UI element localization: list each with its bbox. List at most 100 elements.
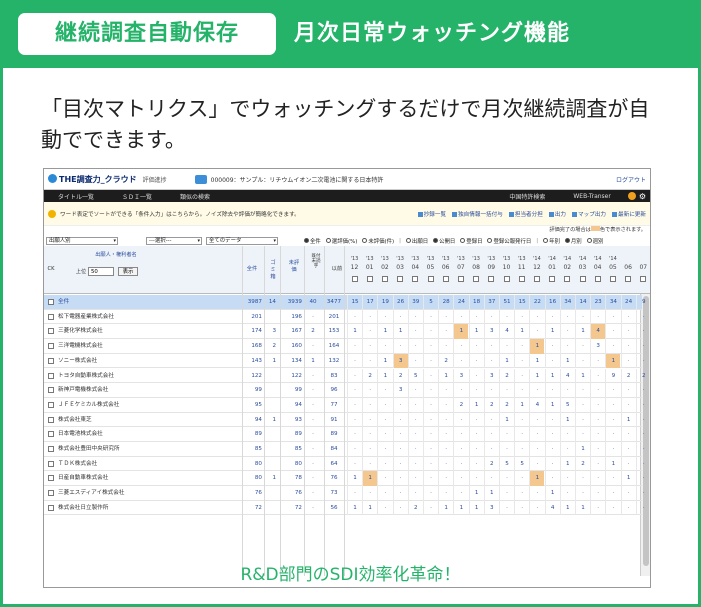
month-cell[interactable]: · — [620, 456, 636, 472]
cell-before[interactable]: 84 — [324, 442, 344, 457]
month-cell[interactable]: 1 — [453, 324, 469, 340]
month-cell[interactable]: 1 — [377, 368, 392, 384]
month-cell[interactable]: · — [347, 412, 362, 428]
cell-total[interactable]: 174 — [244, 324, 262, 339]
month-cell[interactable]: · — [529, 427, 544, 442]
cell-total[interactable]: 80 — [244, 471, 262, 486]
month-cell[interactable]: · — [559, 471, 575, 487]
row-checkbox[interactable] — [48, 313, 54, 320]
month-cell[interactable]: · — [423, 353, 438, 369]
month-cell[interactable]: 14 — [575, 295, 590, 310]
month-cell[interactable]: · — [635, 397, 650, 413]
month-cell[interactable]: · — [559, 486, 575, 501]
month-cell[interactable]: 3 — [483, 324, 499, 340]
month-cell[interactable]: · — [362, 486, 377, 501]
month-cell[interactable]: · — [605, 500, 620, 516]
applicant-name[interactable]: ＪＦＥケミカル株式会社 — [58, 398, 119, 413]
category-select[interactable]: ---選択--- — [146, 236, 202, 245]
tool-assignee[interactable]: 担当者分担 — [508, 210, 543, 218]
month-cell[interactable]: · — [423, 471, 438, 487]
radio-rated[interactable] — [325, 238, 331, 243]
cell-before[interactable]: 73 — [324, 486, 344, 501]
month-cell[interactable]: · — [468, 309, 484, 325]
month-cell[interactable]: · — [635, 442, 650, 457]
month-cell[interactable]: · — [514, 427, 529, 442]
table-row[interactable]: 松下電器産業株式会社 201 196 · 201 · · · · · · · · · · · · · · · · · · · · — [44, 309, 645, 325]
row-checkbox[interactable] — [48, 357, 54, 364]
month-checkbox[interactable] — [488, 276, 495, 282]
month-cell[interactable]: · — [499, 500, 514, 516]
month-cell[interactable]: · — [362, 353, 377, 369]
table-row[interactable]: 三洋電機株式会社 168 2 160 · 164 · · · · · · · · · · · · 1 · · · 3 · · · — [44, 339, 645, 354]
month-cell[interactable]: 24 — [453, 295, 468, 310]
month-cell[interactable]: 4 — [544, 500, 560, 516]
cell-total[interactable]: 201 — [244, 310, 262, 325]
month-cell[interactable]: · — [575, 353, 590, 369]
month-cell[interactable]: · — [514, 309, 529, 325]
month-cell[interactable]: · — [635, 339, 650, 354]
table-row[interactable]: 新神戸電機株式会社 99 99 · 96 · · · 3 · · · · · · · · · · · · · · · · — [44, 383, 645, 398]
month-cell[interactable]: 1 — [529, 471, 545, 487]
month-checkbox[interactable] — [473, 276, 480, 282]
month-checkbox[interactable] — [427, 276, 434, 282]
month-cell[interactable]: · — [514, 339, 529, 354]
cell-unrated[interactable]: 93 — [280, 413, 302, 428]
month-cell[interactable]: 2 — [438, 353, 453, 369]
month-cell[interactable]: 51 — [499, 295, 514, 310]
month-cell[interactable]: 1 — [605, 456, 620, 472]
cell-unrated[interactable]: 134 — [280, 354, 302, 369]
month-cell[interactable]: · — [468, 353, 484, 369]
cell-unrated[interactable]: 85 — [280, 442, 302, 457]
month-cell[interactable]: · — [438, 471, 453, 487]
month-cell[interactable]: · — [635, 383, 650, 398]
col-noise-header[interactable]: ゴミ箱 — [269, 260, 277, 281]
month-cell[interactable]: · — [438, 442, 453, 457]
month-cell[interactable]: · — [575, 339, 590, 354]
month-header[interactable]: 04 — [590, 264, 605, 271]
month-cell[interactable]: · — [605, 339, 620, 354]
month-cell[interactable]: 1 — [514, 397, 529, 413]
month-header[interactable]: 11 — [514, 264, 529, 271]
month-cell[interactable]: · — [453, 412, 468, 428]
month-cell[interactable]: · — [605, 442, 620, 457]
month-cell[interactable]: 1 — [499, 353, 514, 369]
nav-similar-search[interactable]: 類似の検索 — [166, 192, 224, 201]
month-cell[interactable]: · — [438, 324, 453, 340]
month-cell[interactable]: · — [438, 309, 453, 325]
month-cell[interactable]: 5 — [559, 397, 575, 413]
month-cell[interactable]: · — [377, 486, 392, 501]
month-cell[interactable]: · — [392, 442, 408, 457]
month-checkbox[interactable] — [533, 276, 540, 282]
table-row[interactable]: ソニー株式会社 143 1 134 1 132 · · 1 3 · · 2 · · · 1 · 1 · 1 · · 1 · · — [44, 353, 645, 369]
month-cell[interactable]: · — [529, 442, 544, 457]
month-cell[interactable]: · — [438, 412, 453, 428]
month-cell[interactable]: 3 — [590, 339, 605, 354]
cell-unread[interactable]: · — [306, 471, 320, 486]
month-cell[interactable]: 1 — [559, 456, 575, 472]
month-cell[interactable]: · — [453, 486, 468, 501]
month-header[interactable]: 12 — [529, 264, 544, 271]
radio-registration-date[interactable] — [460, 238, 466, 243]
applicant-name[interactable]: 日産自動車株式会社 — [58, 471, 108, 486]
cell-noise[interactable]: 1 — [264, 413, 276, 428]
applicant-name[interactable]: 株式会社日立製作所 — [58, 501, 108, 516]
month-cell[interactable]: · — [377, 471, 392, 487]
month-cell[interactable]: 1 — [529, 368, 544, 384]
cell-unread[interactable]: · — [306, 457, 320, 472]
month-cell[interactable]: 1 — [453, 500, 468, 516]
month-cell[interactable]: 1 — [544, 486, 560, 501]
month-cell[interactable]: · — [529, 309, 544, 325]
cell-unread[interactable]: · — [306, 486, 320, 501]
cell-unread[interactable]: · — [306, 383, 320, 398]
nav-title-list[interactable]: タイトル一覧 — [44, 192, 108, 201]
month-cell[interactable]: · — [407, 353, 423, 369]
month-checkbox[interactable] — [609, 276, 616, 282]
col-unrated-header[interactable]: 未評価 — [287, 260, 301, 274]
month-cell[interactable]: 1 — [347, 324, 362, 340]
month-checkbox[interactable] — [351, 276, 358, 282]
month-cell[interactable]: 26 — [392, 295, 408, 310]
cell-unread[interactable]: · — [306, 442, 320, 457]
month-cell[interactable]: · — [575, 471, 590, 487]
month-cell[interactable]: · — [377, 309, 392, 325]
month-cell[interactable]: · — [605, 486, 620, 501]
